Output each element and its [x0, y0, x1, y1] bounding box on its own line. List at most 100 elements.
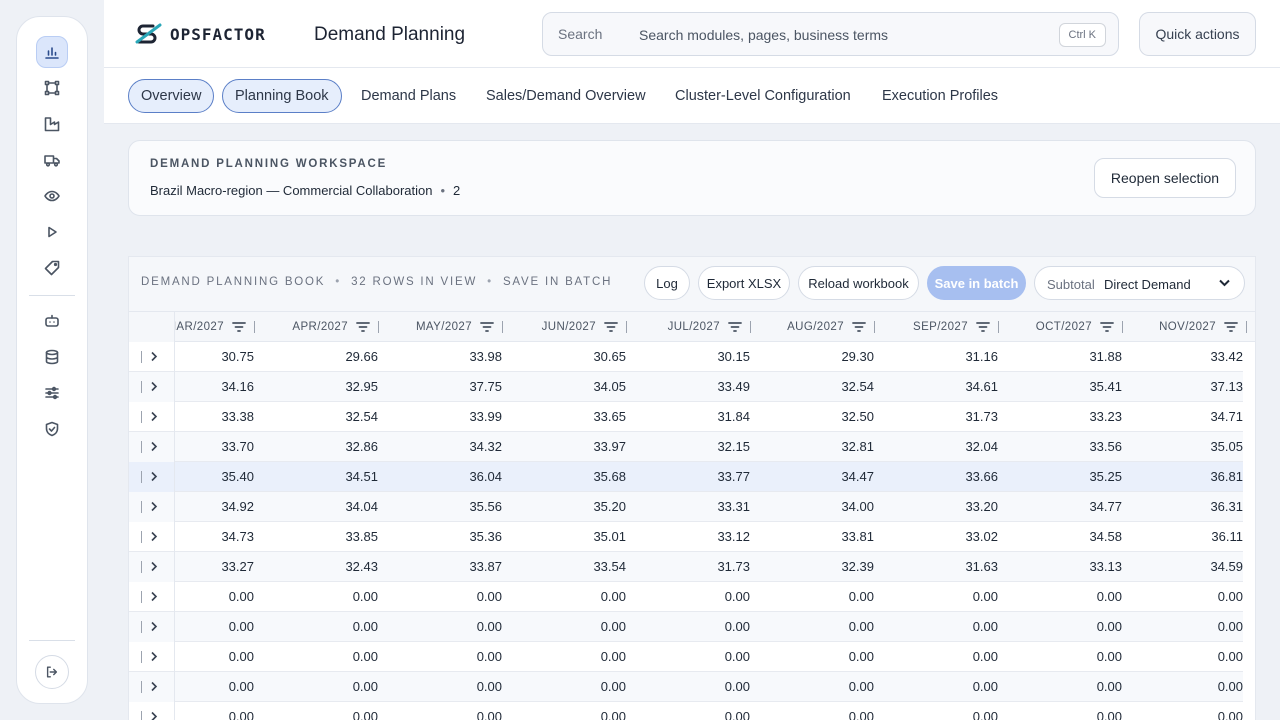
subtotal-select[interactable]: Subtotal Direct Demand — [1034, 266, 1245, 300]
table-cell[interactable]: 35.41 — [1012, 372, 1122, 402]
tab-overview[interactable]: Overview — [128, 79, 215, 113]
table-row[interactable]: 33.38 32.54 33.99 33.65 31.84 32.50 31.73 33.23… — [129, 402, 1243, 432]
table-cell[interactable]: 30.65 — [516, 342, 626, 372]
table-cell[interactable]: 0.00 — [268, 642, 378, 672]
row-expander[interactable] — [129, 342, 175, 372]
column-header[interactable]: MAY/2027 — [379, 312, 503, 342]
table-cell[interactable]: 0.00 — [640, 642, 750, 672]
table-cell[interactable]: 0.00 — [1012, 702, 1122, 720]
reopen-selection-button[interactable]: Reopen selection — [1094, 158, 1236, 198]
table-cell[interactable]: 0.00 — [516, 702, 626, 720]
table-cell[interactable]: 0.00 — [888, 612, 998, 642]
table-cell[interactable]: 33.99 — [392, 402, 502, 432]
table-cell[interactable]: 0.00 — [764, 642, 874, 672]
row-expander[interactable] — [129, 522, 175, 552]
table-cell[interactable]: 0.00 — [268, 702, 378, 720]
table-cell[interactable]: 34.77 — [1012, 492, 1122, 522]
table-cell[interactable]: 35.25 — [1012, 462, 1122, 492]
table-cell[interactable]: 33.98 — [392, 342, 502, 372]
table-cell[interactable]: 33.56 — [1012, 432, 1122, 462]
table-cell[interactable]: 0.00 — [888, 672, 998, 702]
table-cell[interactable]: 0.00 — [888, 582, 998, 612]
row-expander[interactable] — [129, 492, 175, 522]
table-cell[interactable]: 0.00 — [516, 612, 626, 642]
table-cell[interactable]: 0.00 — [640, 672, 750, 702]
filter-icon[interactable] — [1100, 321, 1114, 333]
table-cell[interactable]: 0.00 — [888, 642, 998, 672]
nav-monitor-button[interactable] — [36, 180, 68, 212]
table-cell[interactable]: 34.47 — [764, 462, 874, 492]
row-expander[interactable] — [129, 462, 175, 492]
table-row[interactable]: 33.27 32.43 33.87 33.54 31.73 32.39 31.63 33.13… — [129, 552, 1243, 582]
table-cell[interactable]: 32.54 — [268, 402, 378, 432]
table-cell[interactable]: 0.00 — [640, 612, 750, 642]
reload-workbook-button[interactable]: Reload workbook — [798, 266, 919, 300]
table-cell[interactable]: 29.66 — [268, 342, 378, 372]
table-cell[interactable]: 31.73 — [640, 552, 750, 582]
table-cell[interactable]: 0.00 — [764, 702, 874, 720]
global-search[interactable]: Search Ctrl K — [542, 12, 1119, 56]
table-cell[interactable]: 33.13 — [1012, 552, 1122, 582]
filter-icon[interactable] — [1224, 321, 1238, 333]
table-row[interactable]: 35.40 34.51 36.04 35.68 33.77 34.47 33.66 35.25… — [129, 462, 1243, 492]
table-cell[interactable]: 32.54 — [764, 372, 874, 402]
table-cell[interactable]: 33.31 — [640, 492, 750, 522]
table-cell[interactable]: 33.77 — [640, 462, 750, 492]
table-cell[interactable]: 0.00 — [1012, 612, 1122, 642]
filter-icon[interactable] — [976, 321, 990, 333]
table-cell[interactable]: 33.85 — [268, 522, 378, 552]
table-cell[interactable]: 32.04 — [888, 432, 998, 462]
table-cell[interactable]: 35.56 — [392, 492, 502, 522]
table-cell[interactable]: 37.75 — [392, 372, 502, 402]
tab-execution-profiles[interactable]: Execution Profiles — [870, 79, 1010, 113]
table-cell[interactable]: 33.65 — [516, 402, 626, 432]
table-cell[interactable]: 0.00 — [888, 702, 998, 720]
column-resize-handle[interactable] — [1246, 321, 1247, 333]
table-cell[interactable]: 35.68 — [516, 462, 626, 492]
row-expander[interactable] — [129, 552, 175, 582]
filter-icon[interactable] — [852, 321, 866, 333]
table-row[interactable]: 34.16 32.95 37.75 34.05 33.49 32.54 34.61 35.41… — [129, 372, 1243, 402]
nav-pricing-button[interactable] — [36, 252, 68, 284]
table-cell[interactable]: 36.81 — [1133, 462, 1243, 492]
row-expander[interactable] — [129, 642, 175, 672]
table-cell[interactable]: 0.00 — [640, 582, 750, 612]
table-cell[interactable]: 32.50 — [764, 402, 874, 432]
log-button[interactable]: Log — [644, 266, 690, 300]
table-cell[interactable]: 34.58 — [1012, 522, 1122, 552]
row-expander[interactable] — [129, 612, 175, 642]
table-cell[interactable]: 0.00 — [1012, 672, 1122, 702]
table-cell[interactable]: 33.54 — [516, 552, 626, 582]
export-xlsx-button[interactable]: Export XLSX — [698, 266, 790, 300]
nav-security-button[interactable] — [36, 413, 68, 445]
table-cell[interactable]: 32.81 — [764, 432, 874, 462]
table-cell[interactable]: 0.00 — [764, 582, 874, 612]
table-cell[interactable]: 0.00 — [640, 702, 750, 720]
table-cell[interactable]: 0.00 — [1012, 642, 1122, 672]
table-cell[interactable]: 30.15 — [640, 342, 750, 372]
table-cell[interactable]: 0.00 — [516, 582, 626, 612]
table-cell[interactable]: 0.00 — [392, 642, 502, 672]
table-cell[interactable]: 0.00 — [764, 672, 874, 702]
table-cell[interactable]: 36.04 — [392, 462, 502, 492]
column-header[interactable]: APR/2027 — [255, 312, 379, 342]
table-cell[interactable]: 31.84 — [640, 402, 750, 432]
table-cell[interactable]: 33.20 — [888, 492, 998, 522]
table-cell[interactable]: 33.87 — [392, 552, 502, 582]
table-cell[interactable]: 0.00 — [764, 612, 874, 642]
table-cell[interactable]: 35.20 — [516, 492, 626, 522]
table-cell[interactable]: 0.00 — [268, 672, 378, 702]
table-row[interactable]: 30.75 29.66 33.98 30.65 30.15 29.30 31.16 31.88… — [129, 342, 1243, 372]
tab-cluster-configuration[interactable]: Cluster-Level Configuration — [663, 79, 863, 113]
table-cell[interactable]: 0.00 — [1133, 582, 1243, 612]
table-cell[interactable]: 0.00 — [1133, 702, 1243, 720]
nav-data-button[interactable] — [36, 341, 68, 373]
tab-demand-plans[interactable]: Demand Plans — [349, 79, 468, 113]
save-in-batch-button[interactable]: Save in batch — [927, 266, 1026, 300]
nav-logistics-button[interactable] — [36, 144, 68, 176]
table-row[interactable]: 34.92 34.04 35.56 35.20 33.31 34.00 33.20 34.77… — [129, 492, 1243, 522]
column-header[interactable]: OCT/2027 — [999, 312, 1123, 342]
table-cell[interactable]: 32.39 — [764, 552, 874, 582]
table-cell[interactable]: 33.02 — [888, 522, 998, 552]
quick-actions-button[interactable]: Quick actions — [1139, 12, 1256, 56]
